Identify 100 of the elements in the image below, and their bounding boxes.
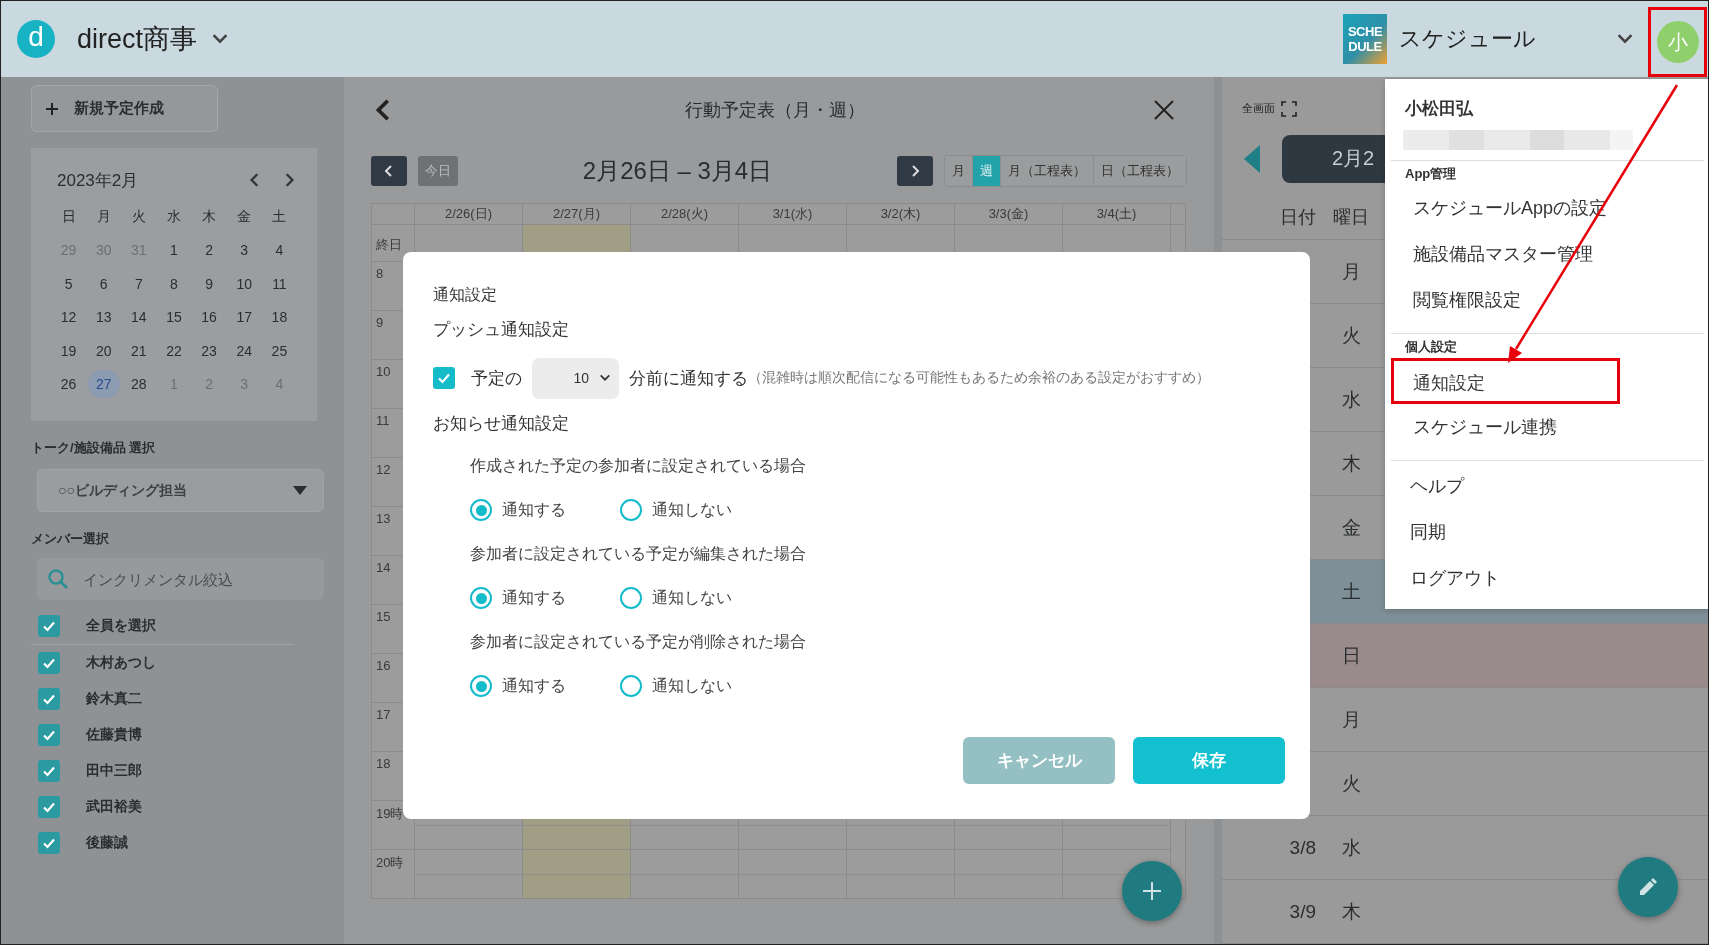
radio-option[interactable]: 通知する xyxy=(470,587,620,609)
calendar-day[interactable]: 23 xyxy=(193,336,226,365)
calendar-day[interactable]: 7 xyxy=(122,269,155,298)
add-event-button[interactable] xyxy=(1122,861,1182,921)
radio-option[interactable]: 通知する xyxy=(470,675,620,697)
calendar-day[interactable]: 28 xyxy=(122,370,155,399)
weekday-cell: 火 xyxy=(1341,772,1361,794)
weekday-label: 日 xyxy=(61,207,76,226)
push-note: （混雑時は順次配信になる可能性もあるため余裕のある設定がおすすめ） xyxy=(748,369,1210,387)
weekday-cell: 土 xyxy=(1341,580,1361,602)
calendar-day[interactable]: 21 xyxy=(122,336,155,365)
member-checkbox[interactable] xyxy=(38,615,60,637)
previous-arrow-icon[interactable] xyxy=(1244,144,1260,173)
search-field[interactable]: インクリメンタル絞込 xyxy=(83,558,324,600)
today-button[interactable]: 今日 xyxy=(418,156,458,186)
menu-item[interactable]: ヘルプ xyxy=(1391,463,1704,509)
member-name: 全員を選択 xyxy=(86,617,156,635)
radio-button[interactable] xyxy=(620,587,642,609)
date-cell: 3/9 xyxy=(1289,900,1316,922)
radio-button[interactable] xyxy=(470,587,492,609)
section-heading: プッシュ通知設定 xyxy=(433,319,570,341)
weekday-cell: 金 xyxy=(1341,516,1361,538)
calendar-day[interactable]: 26 xyxy=(52,370,85,399)
weekday-cell: 火 xyxy=(1341,324,1361,346)
view-tab[interactable]: 月 xyxy=(945,156,973,186)
edit-button[interactable] xyxy=(1618,857,1678,917)
day-header: 3/2(木) xyxy=(846,204,954,224)
radio-label: 通知しない xyxy=(652,499,732,520)
radio-label: 通知しない xyxy=(652,587,732,608)
radio-button[interactable] xyxy=(470,499,492,521)
date-range: 2月26日 – 3月4日 xyxy=(581,156,774,186)
member-name: 佐藤貴博 xyxy=(86,726,142,744)
plus-icon xyxy=(44,100,60,117)
calendar-day[interactable]: 2 xyxy=(193,236,226,265)
app-name: スケジュール xyxy=(1399,25,1536,53)
fullscreen-icon[interactable] xyxy=(1281,100,1297,117)
radio-button[interactable] xyxy=(620,675,642,697)
calendar-day[interactable]: 4 xyxy=(263,236,296,265)
close-icon[interactable] xyxy=(1152,98,1176,122)
radio-label: 通知する xyxy=(502,499,566,520)
calendar-day[interactable]: 25 xyxy=(263,336,296,365)
calendar-day[interactable]: 22 xyxy=(158,336,190,365)
calendar-day[interactable]: 14 xyxy=(122,303,155,332)
calendar-day[interactable]: 12 xyxy=(52,303,85,332)
menu-item[interactable]: ログアウト xyxy=(1391,555,1704,601)
fullscreen-label: 全画面 xyxy=(1242,101,1275,117)
calendar-day[interactable]: 1 xyxy=(158,236,190,265)
minutes-select[interactable]: 10 xyxy=(532,357,619,399)
previous-week-button[interactable] xyxy=(371,156,407,186)
calendar-day[interactable]: 20 xyxy=(87,336,120,365)
calendar-day[interactable]: 8 xyxy=(158,269,190,298)
radio-option[interactable]: 通知する xyxy=(470,499,620,521)
calendar-day[interactable]: 15 xyxy=(158,303,190,332)
calendar-day[interactable]: 11 xyxy=(263,269,296,298)
member-checkbox[interactable] xyxy=(38,688,60,710)
calendar-day[interactable]: 16 xyxy=(193,303,226,332)
day-header: 2/27(月) xyxy=(522,204,630,224)
panel-title: 行動予定表（月・週） xyxy=(683,99,866,122)
calendar-day[interactable]: 6 xyxy=(87,269,120,298)
member-checkbox[interactable] xyxy=(38,652,60,674)
radio-label: 通知する xyxy=(502,675,566,696)
push-label: 分前に通知する xyxy=(629,367,748,390)
calendar-day[interactable]: 3 xyxy=(228,236,261,265)
calendar-day[interactable]: 10 xyxy=(228,269,261,298)
push-checkbox[interactable] xyxy=(433,367,455,389)
section-heading: お知らせ通知設定 xyxy=(433,413,570,435)
talk-select[interactable]: ○○ビルディング担当 xyxy=(37,469,324,512)
calendar-day[interactable]: 13 xyxy=(87,303,120,332)
calendar-day[interactable]: 18 xyxy=(263,303,296,332)
calendar-day[interactable]: 19 xyxy=(52,336,85,365)
day-header: 3/3(金) xyxy=(954,204,1062,224)
calendar-day[interactable]: 9 xyxy=(193,269,226,298)
calendar-day[interactable]: 24 xyxy=(228,336,261,365)
member-checkbox[interactable] xyxy=(38,724,60,746)
calendar-day[interactable]: 5 xyxy=(52,269,85,298)
calendar-day[interactable]: 17 xyxy=(228,303,261,332)
menu-item[interactable]: スケジュール連携 xyxy=(1391,404,1704,450)
member-checkbox[interactable] xyxy=(38,760,60,782)
radio-option[interactable]: 通知しない xyxy=(620,587,770,609)
day-header: 2/26(日) xyxy=(414,204,522,224)
member-checkbox[interactable] xyxy=(38,832,60,854)
view-tab[interactable]: 週 xyxy=(973,156,1001,186)
radio-button[interactable] xyxy=(620,499,642,521)
radio-option[interactable]: 通知しない xyxy=(620,499,770,521)
menu-item[interactable]: 通知設定 xyxy=(1391,358,1620,404)
weekday-label: 木 xyxy=(202,207,217,226)
weekday-cell: 月 xyxy=(1341,260,1361,282)
calendar-day[interactable]: 27 xyxy=(87,370,120,399)
company-name: direct商事 xyxy=(77,23,198,56)
radio-option[interactable]: 通知しない xyxy=(620,675,770,697)
all-day-label: 終日 xyxy=(375,236,403,254)
weekday-label: 月 xyxy=(96,207,111,226)
new-event-button[interactable]: 新規予定作成 xyxy=(31,85,218,132)
search-box[interactable]: インクリメンタル絞込 xyxy=(37,558,324,600)
menu-item[interactable]: 同期 xyxy=(1391,509,1704,555)
menu-section-heading: App管理 xyxy=(1404,165,1458,183)
member-checkbox[interactable] xyxy=(38,796,60,818)
radio-button[interactable] xyxy=(470,675,492,697)
next-week-button[interactable] xyxy=(897,156,933,186)
menu-item[interactable]: 閲覧権限設定 xyxy=(1391,277,1704,323)
